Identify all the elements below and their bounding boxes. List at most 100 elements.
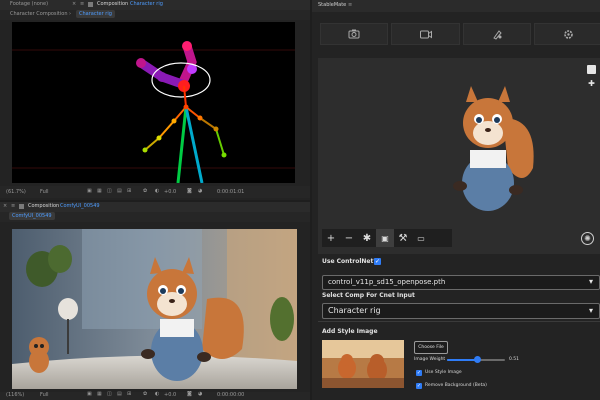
resolution-select[interactable]: Full	[40, 189, 49, 195]
controlnet-model-select[interactable]: control_v11p_sd15_openpose.pth ▾	[322, 275, 600, 290]
exposure-offset[interactable]: +0.0	[164, 392, 176, 398]
exposure-icon[interactable]: ◐	[155, 188, 159, 194]
preview-actions: + − ✱ ▣ ⚒ ▭	[322, 229, 452, 247]
comp-subtab-active[interactable]: ComfyUI_00549	[9, 212, 55, 220]
select-comp-label: Select Comp For Cnet Input	[322, 292, 415, 299]
guides-icon[interactable]: ▤	[117, 188, 122, 194]
add-style-image-label: Add Style Image	[322, 328, 378, 335]
video-tab[interactable]	[391, 23, 460, 45]
comp-tab-prefix[interactable]: Composition	[97, 1, 128, 7]
use-style-image-checkbox[interactable]: ✓	[416, 370, 422, 376]
current-timecode[interactable]: 0:00:00:00	[217, 392, 244, 398]
choose-file-button[interactable]: Choose File	[414, 341, 448, 354]
remove-background-label: Remove Background (Beta)	[425, 383, 487, 388]
style-image-thumbnail	[322, 340, 404, 388]
gear-icon: ✱	[362, 232, 372, 244]
image-weight-label: Image Weight	[414, 357, 446, 362]
chevron-down-icon: ▾	[589, 277, 594, 286]
cnet-comp-value: Character rig	[328, 306, 381, 315]
image-weight-slider-thumb[interactable]	[473, 356, 481, 363]
pin-icon[interactable]: ✚	[587, 79, 596, 88]
monitor-icon: ▭	[417, 233, 425, 243]
top-viewer-controls: (61.7%) Full ▣ ▦ ◫ ▤ ⊞ ✿ ◐ +0.0 ◙ ◕ 0:00…	[0, 186, 310, 198]
comp-subtab-label[interactable]: Character Composition	[10, 11, 68, 17]
lock-icon[interactable]	[88, 2, 93, 7]
aperture-icon[interactable]: ✺	[581, 232, 594, 245]
zoom-level[interactable]: (61.7%)	[6, 189, 26, 195]
use-controlnet-checkbox[interactable]: ✓	[374, 258, 381, 265]
menu-icon[interactable]: ≡	[348, 2, 352, 8]
bottom-viewer-controls: (116%) Full ▣ ▦ ◫ ▤ ⊞ ✿ ◐ +0.0 ◙ ◕ 0:00:…	[0, 391, 310, 400]
use-controlnet-label: Use ControlNet?	[322, 258, 377, 265]
palette-icon[interactable]: ◕	[198, 188, 202, 194]
video-icon	[419, 30, 432, 38]
color-icon[interactable]: ✿	[143, 188, 147, 194]
channel-icon[interactable]: ⊞	[127, 188, 131, 194]
transparency-grid-icon[interactable]: ▦	[97, 188, 102, 194]
top-composition-panel: Footage (none) × ≡ Composition Character…	[0, 0, 310, 200]
settings-tab[interactable]	[534, 23, 600, 45]
settings-gear-icon	[563, 29, 573, 39]
mask-icon[interactable]: ◫	[107, 391, 112, 397]
comp-tab-name[interactable]: ComfyUI_00549	[60, 203, 100, 209]
menu-icon[interactable]: ≡	[80, 1, 84, 7]
panel-title[interactable]: StableMate	[318, 2, 346, 8]
bottom-composition-panel: × ≡ Composition ComfyUI_00549 ComfyUI_00…	[0, 202, 310, 400]
comp-subtab-active[interactable]: Character rig	[76, 10, 115, 18]
exposure-offset[interactable]: +0.0	[164, 189, 176, 195]
footage-tab[interactable]: Footage (none)	[10, 1, 48, 7]
render-viewport[interactable]	[12, 229, 297, 389]
choose-file-label: Choose File	[418, 345, 444, 350]
add-button[interactable]: +	[322, 229, 340, 247]
monitor-button[interactable]: ▭	[412, 229, 430, 247]
preview-area: ✚	[318, 58, 600, 254]
top-panel-tabbar: Footage (none) × ≡ Composition Character…	[0, 0, 310, 10]
paint-tab[interactable]	[463, 23, 531, 45]
settings-button[interactable]: ✱	[358, 229, 376, 247]
lock-icon[interactable]	[19, 204, 24, 209]
current-timecode[interactable]: 0:00:01:01	[217, 189, 244, 195]
image-weight-value: 0.51	[509, 357, 520, 362]
close-icon[interactable]: ×	[72, 1, 76, 7]
divider	[318, 321, 600, 322]
top-panel-subtabbar: Character Composition › Character rig	[0, 10, 310, 20]
channel-icon[interactable]: ⊞	[127, 391, 131, 397]
transparency-grid-icon[interactable]: ▦	[97, 391, 102, 397]
menu-icon[interactable]: ≡	[11, 203, 15, 209]
generated-character-image	[453, 86, 534, 211]
image-weight-slider-track[interactable]	[447, 356, 505, 363]
openpose-skeleton	[12, 41, 295, 183]
snapshot-camera-icon[interactable]: ◙	[187, 188, 192, 194]
use-style-image-label: Use Style Image	[425, 370, 462, 375]
region-icon[interactable]: ▣	[87, 391, 92, 397]
tools-button[interactable]: ⚒	[394, 229, 412, 247]
color-icon[interactable]: ✿	[143, 391, 147, 397]
guides-icon[interactable]: ▤	[117, 391, 122, 397]
bottom-panel-tabbar: × ≡ Composition ComfyUI_00549	[0, 202, 310, 212]
comp-tab-name[interactable]: Character rig	[130, 1, 163, 7]
image-weight-slider-fill	[447, 359, 477, 361]
remove-background-checkbox[interactable]: ✓	[416, 383, 422, 389]
save-icon[interactable]	[587, 65, 596, 74]
image-button[interactable]: ▣	[376, 229, 394, 247]
remove-button[interactable]: −	[340, 229, 358, 247]
minus-icon: −	[344, 232, 354, 244]
zoom-level[interactable]: (116%)	[6, 392, 24, 398]
snapshot-camera-icon[interactable]: ◙	[187, 391, 192, 397]
chevron-right-icon: ›	[69, 11, 71, 17]
exposure-icon[interactable]: ◐	[155, 391, 159, 397]
plus-icon: +	[326, 232, 336, 244]
controlnet-model-value: control_v11p_sd15_openpose.pth	[328, 278, 446, 286]
region-icon[interactable]: ▣	[87, 188, 92, 194]
comp-tab-prefix[interactable]: Composition	[28, 203, 59, 209]
image-icon: ▣	[381, 233, 389, 243]
top-viewport[interactable]	[12, 22, 295, 183]
paint-icon	[492, 29, 502, 40]
mask-icon[interactable]: ◫	[107, 188, 112, 194]
stablemate-panel: StableMate ≡ ✚ + − ✱ ▣ ⚒ ▭ ✺ Use Control…	[312, 0, 600, 400]
camera-tab[interactable]	[320, 23, 388, 45]
palette-icon[interactable]: ◕	[198, 391, 202, 397]
cnet-comp-select[interactable]: Character rig ▾	[322, 303, 600, 319]
close-icon[interactable]: ×	[3, 203, 7, 209]
resolution-select[interactable]: Full	[40, 392, 49, 398]
